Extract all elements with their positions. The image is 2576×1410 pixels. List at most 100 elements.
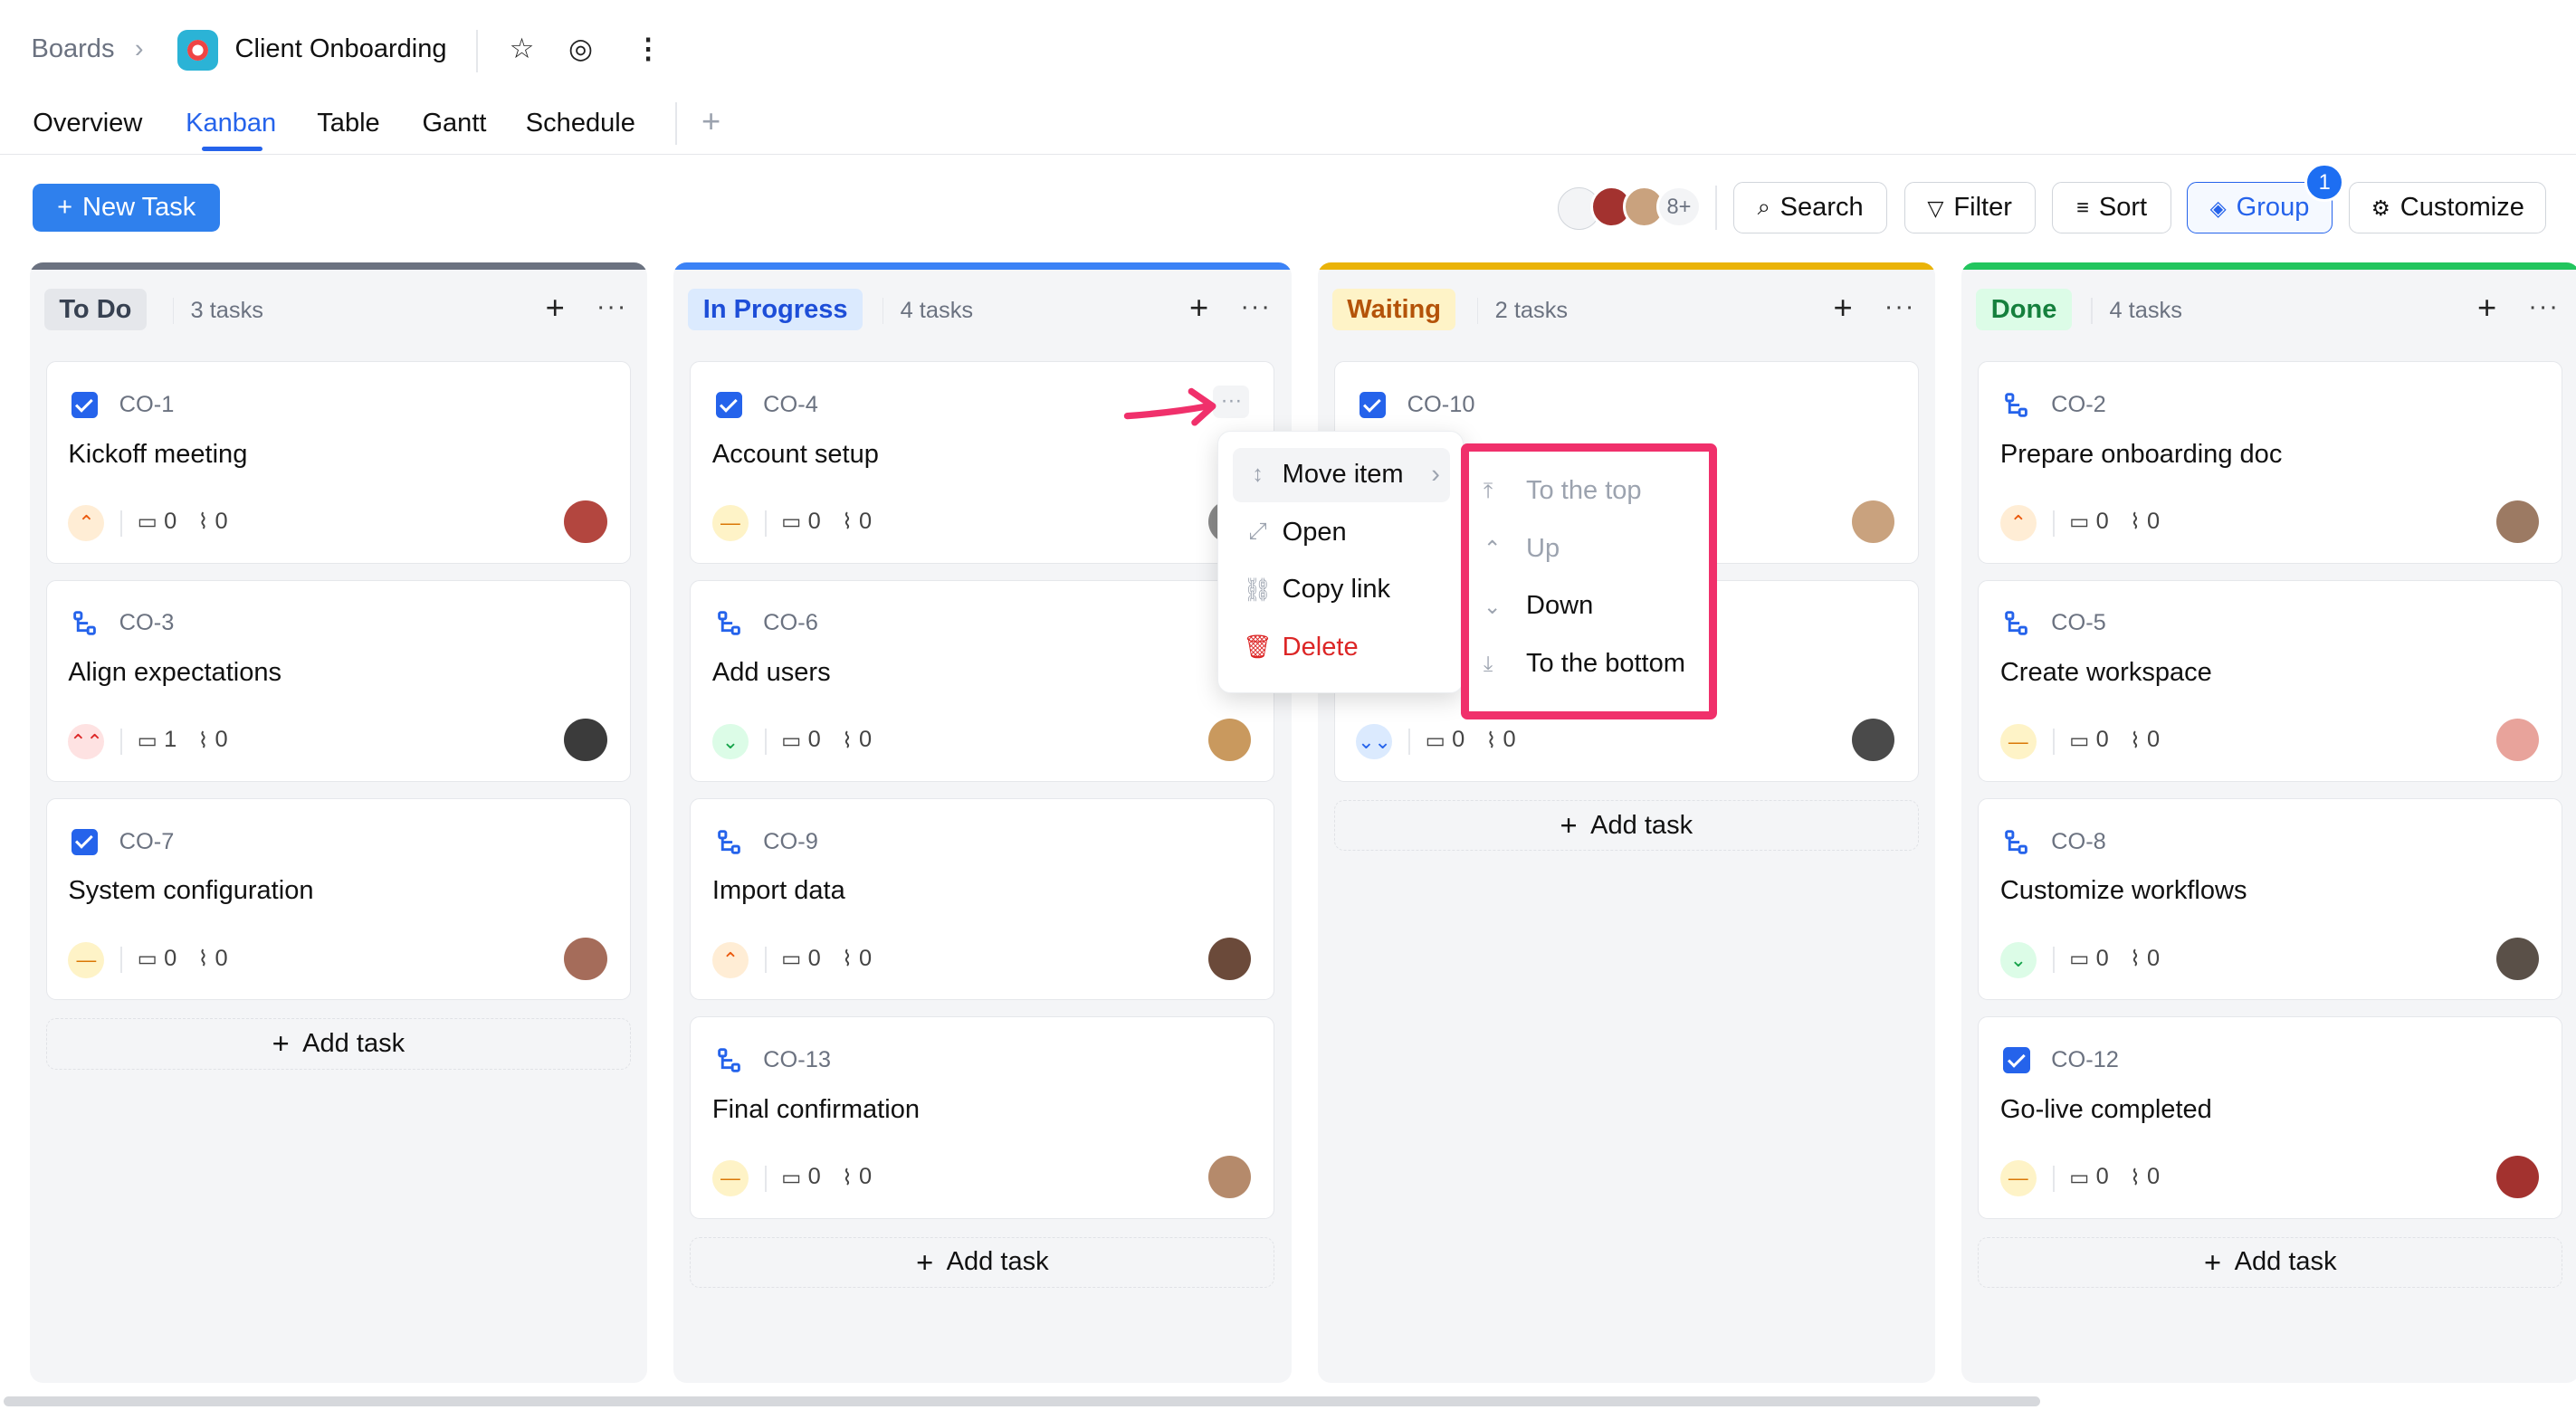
move-down-item[interactable]: ⌄ Down (1484, 581, 1593, 630)
add-task-icon[interactable]: + (2477, 289, 2496, 327)
tab-overview[interactable]: Overview (33, 109, 142, 138)
avatar[interactable] (1207, 937, 1251, 980)
avatar[interactable] (2495, 1155, 2539, 1199)
avatar[interactable] (2495, 719, 2539, 762)
paperclip-icon: ⌇ (197, 510, 209, 534)
task-card[interactable]: CO-2 Prepare onboarding doc ⌃ ▭ 0 ⌇ 0 (1978, 361, 2563, 564)
priority-icon[interactable]: ⌄⌄ (1356, 723, 1393, 760)
task-card[interactable]: CO-9 Import data ⌃ ▭ 0 ⌇ 0 (690, 798, 1275, 1001)
share-icon[interactable]: ◎ (568, 33, 593, 65)
more-horizontal-icon[interactable]: ··· (596, 292, 627, 322)
avatar[interactable] (1852, 500, 1895, 543)
add-task-button[interactable]: + Add task (1333, 799, 1919, 852)
comment-count: ▭ 0 (781, 946, 821, 972)
divider (764, 1165, 767, 1192)
move-up-item[interactable]: ⌃ Up (1484, 524, 1560, 573)
tab-kanban[interactable]: Kanban (186, 109, 276, 138)
more-vertical-icon[interactable]: ⋮ (634, 33, 663, 65)
comment-count-value: 0 (2095, 945, 2109, 971)
column-title[interactable]: In Progress (688, 289, 863, 330)
tab-table[interactable]: Table (317, 109, 379, 138)
priority-icon[interactable]: ⌃ (711, 941, 749, 978)
priority-icon[interactable]: — (1999, 723, 2037, 760)
avatar[interactable] (2495, 500, 2539, 543)
comment-icon: ▭ (781, 947, 802, 971)
task-id: CO-2 (2051, 391, 2106, 417)
avatar[interactable] (564, 937, 607, 980)
attachment-count-value: 0 (859, 1164, 873, 1189)
task-card[interactable]: CO-8 Customize workflows ⌄ ▭ 0 ⌇ 0 (1978, 798, 2563, 1001)
task-card[interactable]: CO-3 Align expectations ⌃⌃ ▭ 1 ⌇ 0 (45, 579, 631, 782)
more-horizontal-icon[interactable]: ··· (1240, 292, 1271, 322)
task-title: Account setup (711, 439, 879, 469)
search-button[interactable]: ⌕ Search (1732, 182, 1888, 233)
paperclip-icon: ⌇ (842, 728, 853, 752)
copy-link-menu-item[interactable]: ⛓ Copy link (1233, 563, 1450, 617)
comment-icon: ▭ (2069, 1165, 2090, 1189)
column-title[interactable]: To Do (43, 289, 147, 330)
more-horizontal-icon[interactable]: ··· (1884, 292, 1915, 322)
comment-count: ▭ 0 (138, 509, 177, 535)
priority-icon[interactable]: ⌃⌃ (68, 723, 105, 760)
add-task-icon[interactable]: + (1189, 289, 1208, 327)
priority-icon[interactable]: — (711, 1160, 749, 1197)
star-icon[interactable]: ☆ (510, 33, 535, 65)
comment-count: ▭ 0 (2069, 946, 2109, 972)
paperclip-icon: ⌇ (842, 510, 853, 534)
open-menu-item[interactable]: ⤢ Open (1233, 505, 1450, 559)
filter-button[interactable]: ▽ Filter (1903, 182, 2036, 233)
add-task-button[interactable]: + Add task (690, 1236, 1275, 1288)
avatar[interactable] (564, 500, 607, 543)
horizontal-scrollbar[interactable] (3, 1396, 2041, 1406)
move-to-top-item[interactable]: ⤒ To the top (1484, 466, 1642, 515)
divider (764, 729, 767, 756)
breadcrumb-boards[interactable]: Boards (31, 34, 114, 64)
subtask-icon (2005, 393, 2028, 417)
add-task-icon[interactable]: + (546, 289, 565, 327)
new-task-button[interactable]: + New Task (33, 184, 221, 232)
more-horizontal-icon[interactable]: ··· (2528, 292, 2559, 322)
avatar[interactable] (1207, 719, 1251, 762)
avatar[interactable] (1207, 1155, 1251, 1199)
avatar[interactable] (564, 719, 607, 762)
task-card[interactable]: CO-6 Add users ⌄ ▭ 0 ⌇ 0 (690, 579, 1275, 782)
delete-menu-item[interactable]: 🗑 Delete (1233, 620, 1450, 674)
priority-icon[interactable]: ⌄ (1999, 941, 2037, 978)
priority-icon[interactable]: ⌄ (711, 723, 749, 760)
priority-icon[interactable]: — (711, 505, 749, 542)
avatar[interactable] (1852, 719, 1895, 762)
plus-icon: + (2204, 1244, 2222, 1279)
divider (476, 29, 479, 72)
move-item-menu-item[interactable]: ↕ Move item › (1233, 447, 1450, 502)
add-task-icon[interactable]: + (1834, 289, 1853, 327)
priority-icon[interactable]: ⌃ (1999, 505, 2037, 542)
priority-icon[interactable]: — (68, 941, 105, 978)
tab-schedule[interactable]: Schedule (526, 109, 635, 138)
add-task-button[interactable]: + Add task (1978, 1236, 2563, 1288)
priority-icon[interactable]: — (1999, 1160, 2037, 1197)
attachment-count: ⌇ 0 (2130, 946, 2160, 972)
avatar[interactable] (2495, 937, 2539, 980)
attachment-count-value: 0 (215, 727, 228, 753)
task-card[interactable]: CO-12 Go-live completed — ▭ 0 ⌇ 0 (1978, 1016, 2563, 1219)
add-view-icon[interactable]: + (701, 102, 720, 140)
comment-icon: ▭ (781, 1165, 802, 1189)
comment-icon: ▭ (2069, 947, 2090, 971)
attachment-count-value: 0 (2146, 1164, 2161, 1189)
task-card[interactable]: CO-5 Create workspace — ▭ 0 ⌇ 0 (1978, 579, 2563, 782)
customize-button[interactable]: ⚙ Customize (2349, 182, 2547, 233)
sort-button[interactable]: ≡ Sort (2051, 182, 2172, 233)
column-color-bar (673, 262, 1292, 270)
comment-count: ▭ 1 (138, 727, 177, 753)
add-task-button[interactable]: + Add task (45, 1018, 631, 1070)
task-card[interactable]: CO-1 Kickoff meeting ⌃ ▭ 0 ⌇ 0 (45, 361, 631, 564)
tab-gantt[interactable]: Gantt (422, 109, 486, 138)
task-card[interactable]: CO-13 Final confirmation — ▭ 0 ⌇ 0 (690, 1016, 1275, 1219)
task-card[interactable]: CO-7 System configuration — ▭ 0 ⌇ 0 (45, 798, 631, 1001)
column-title[interactable]: Done (1976, 289, 2072, 330)
card-context-menu: ↕ Move item › ⤢ Open ⛓ Copy link 🗑 Delet… (1216, 430, 1465, 693)
move-to-bottom-item[interactable]: ⤓ To the bottom (1484, 639, 1685, 688)
priority-icon[interactable]: ⌃ (68, 505, 105, 542)
comment-icon: ▭ (2069, 510, 2090, 534)
column-title[interactable]: Waiting (1331, 289, 1456, 330)
